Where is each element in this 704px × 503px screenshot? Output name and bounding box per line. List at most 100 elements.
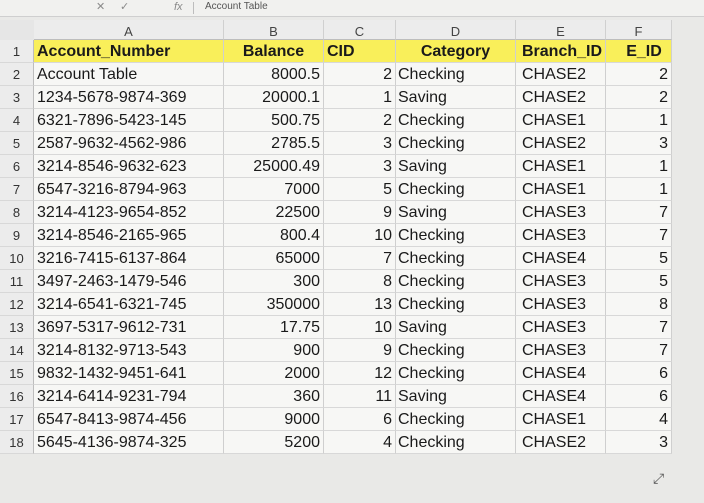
balance-cell[interactable]: 17.75 (224, 316, 324, 339)
branch-id-cell[interactable]: CHASE1 (516, 155, 606, 178)
balance-cell[interactable]: 25000.49 (224, 155, 324, 178)
balance-cell[interactable]: 300 (224, 270, 324, 293)
branch-id-cell[interactable]: CHASE2 (516, 86, 606, 109)
e-id-cell[interactable]: 7 (606, 224, 672, 247)
category-cell[interactable]: Checking (396, 247, 516, 270)
header-account-number[interactable]: Account_Number (34, 40, 224, 63)
e-id-cell[interactable]: 4 (606, 408, 672, 431)
account-number-cell[interactable]: 3214-6414-9231-794 (34, 385, 224, 408)
row-number[interactable]: 18 (0, 431, 34, 454)
balance-cell[interactable]: 360 (224, 385, 324, 408)
category-cell[interactable]: Saving (396, 86, 516, 109)
balance-cell[interactable]: 2785.5 (224, 132, 324, 155)
balance-cell[interactable]: 22500 (224, 201, 324, 224)
header-e-id[interactable]: E_ID (606, 40, 672, 63)
account-number-cell[interactable]: 3216-7415-6137-864 (34, 247, 224, 270)
cid-cell[interactable]: 10 (324, 224, 396, 247)
e-id-cell[interactable]: 2 (606, 86, 672, 109)
e-id-cell[interactable]: 8 (606, 293, 672, 316)
branch-id-cell[interactable]: CHASE2 (516, 132, 606, 155)
cid-cell[interactable]: 13 (324, 293, 396, 316)
branch-id-cell[interactable]: CHASE1 (516, 109, 606, 132)
row-number[interactable]: 4 (0, 109, 34, 132)
category-cell[interactable]: Checking (396, 63, 516, 86)
branch-id-cell[interactable]: CHASE2 (516, 431, 606, 454)
e-id-cell[interactable]: 6 (606, 385, 672, 408)
branch-id-cell[interactable]: CHASE3 (516, 316, 606, 339)
account-number-cell[interactable]: 3214-8132-9713-543 (34, 339, 224, 362)
account-number-cell[interactable]: 9832-1432-9451-641 (34, 362, 224, 385)
branch-id-cell[interactable]: CHASE1 (516, 408, 606, 431)
fx-icon[interactable]: fx (174, 0, 183, 14)
row-number[interactable]: 3 (0, 86, 34, 109)
branch-id-cell[interactable]: CHASE2 (516, 63, 606, 86)
column-header-e[interactable]: E (516, 20, 606, 40)
row-number[interactable]: 10 (0, 247, 34, 270)
cid-cell[interactable]: 3 (324, 132, 396, 155)
cid-cell[interactable]: 12 (324, 362, 396, 385)
category-cell[interactable]: Checking (396, 109, 516, 132)
account-number-cell[interactable]: 3214-8546-2165-965 (34, 224, 224, 247)
balance-cell[interactable]: 800.4 (224, 224, 324, 247)
row-number[interactable]: 11 (0, 270, 34, 293)
cid-cell[interactable]: 10 (324, 316, 396, 339)
column-header-c[interactable]: C (324, 20, 396, 40)
branch-id-cell[interactable]: CHASE4 (516, 385, 606, 408)
category-cell[interactable]: Saving (396, 316, 516, 339)
header-branch-id[interactable]: Branch_ID (516, 40, 606, 63)
cid-cell[interactable]: 9 (324, 201, 396, 224)
row-number[interactable]: 1 (0, 40, 34, 63)
cancel-icon[interactable]: ✕ (96, 0, 105, 14)
header-category[interactable]: Category (396, 40, 516, 63)
e-id-cell[interactable]: 1 (606, 178, 672, 201)
branch-id-cell[interactable]: CHASE1 (516, 178, 606, 201)
category-cell[interactable]: Saving (396, 385, 516, 408)
cid-cell[interactable]: 2 (324, 63, 396, 86)
account-number-cell[interactable]: 2587-9632-4562-986 (34, 132, 224, 155)
category-cell[interactable]: Checking (396, 178, 516, 201)
category-cell[interactable]: Checking (396, 293, 516, 316)
category-cell[interactable]: Checking (396, 431, 516, 454)
balance-cell[interactable]: 7000 (224, 178, 324, 201)
balance-cell[interactable]: 350000 (224, 293, 324, 316)
cid-cell[interactable]: 4 (324, 431, 396, 454)
cid-cell[interactable]: 1 (324, 86, 396, 109)
branch-id-cell[interactable]: CHASE3 (516, 201, 606, 224)
category-cell[interactable]: Checking (396, 224, 516, 247)
column-header-d[interactable]: D (396, 20, 516, 40)
e-id-cell[interactable]: 7 (606, 201, 672, 224)
e-id-cell[interactable]: 3 (606, 132, 672, 155)
category-cell[interactable]: Checking (396, 362, 516, 385)
row-number[interactable]: 13 (0, 316, 34, 339)
column-header-b[interactable]: B (224, 20, 324, 40)
balance-cell[interactable]: 500.75 (224, 109, 324, 132)
row-number[interactable]: 9 (0, 224, 34, 247)
e-id-cell[interactable]: 6 (606, 362, 672, 385)
account-number-cell[interactable]: 3214-6541-6321-745 (34, 293, 224, 316)
cid-cell[interactable]: 11 (324, 385, 396, 408)
select-all-corner[interactable] (0, 20, 34, 41)
e-id-cell[interactable]: 1 (606, 109, 672, 132)
account-number-cell[interactable]: 3497-2463-1479-546 (34, 270, 224, 293)
account-number-cell[interactable]: 6321-7896-5423-145 (34, 109, 224, 132)
account-number-cell[interactable]: 1234-5678-9874-369 (34, 86, 224, 109)
e-id-cell[interactable]: 3 (606, 431, 672, 454)
balance-cell[interactable]: 9000 (224, 408, 324, 431)
account-number-cell[interactable]: Account Table (34, 63, 224, 86)
branch-id-cell[interactable]: CHASE3 (516, 270, 606, 293)
balance-cell[interactable]: 65000 (224, 247, 324, 270)
branch-id-cell[interactable]: CHASE4 (516, 362, 606, 385)
branch-id-cell[interactable]: CHASE4 (516, 247, 606, 270)
formula-bar-input[interactable]: Account Table (205, 1, 268, 12)
cid-cell[interactable]: 8 (324, 270, 396, 293)
category-cell[interactable]: Checking (396, 408, 516, 431)
header-cid[interactable]: CID (324, 40, 396, 63)
column-header-f[interactable]: F (606, 20, 672, 40)
balance-cell[interactable]: 20000.1 (224, 86, 324, 109)
branch-id-cell[interactable]: CHASE3 (516, 339, 606, 362)
e-id-cell[interactable]: 7 (606, 339, 672, 362)
confirm-icon[interactable]: ✓ (120, 0, 129, 14)
resize-handle-icon[interactable]: ⤢ (653, 470, 664, 487)
row-number[interactable]: 14 (0, 339, 34, 362)
account-number-cell[interactable]: 3697-5317-9612-731 (34, 316, 224, 339)
